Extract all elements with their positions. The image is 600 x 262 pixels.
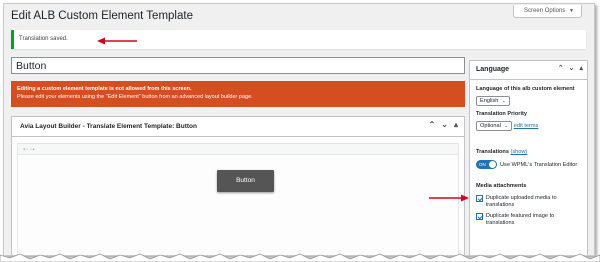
move-up-icon[interactable]: ⌃ xyxy=(558,64,564,72)
language-metabox-title: Language xyxy=(476,66,510,73)
error-title: Editing a custom element template is not… xyxy=(17,86,192,92)
toggle-state: ON xyxy=(479,162,486,167)
toggle-panel-icon[interactable]: ▴ xyxy=(579,64,583,72)
translation-editor-label: Use WPML's Translation Editor xyxy=(500,161,578,168)
error-notice: Editing a custom element template is not… xyxy=(11,81,465,107)
translation-editor-row: ON Use WPML's Translation Editor xyxy=(476,160,581,169)
toggle-knob xyxy=(489,161,496,168)
annotation-arrow-icon xyxy=(97,37,137,45)
translations-row: Translations (show) xyxy=(476,149,581,155)
duplicate-media-row[interactable]: Duplicate uploaded media to translations xyxy=(476,195,581,209)
screen-options-label: Screen Options xyxy=(524,8,566,14)
chevron-down-icon: ⌄ xyxy=(504,123,509,128)
duplicate-media-label: Duplicate uploaded media to translations xyxy=(485,195,557,208)
undo-redo-icon[interactable]: ⇠ ⇢ xyxy=(23,147,35,153)
duplicate-media-checkbox[interactable] xyxy=(476,195,483,202)
builder-title: Avia Layout Builder - Translate Element … xyxy=(20,123,197,130)
language-select[interactable]: English ⌄ xyxy=(476,96,510,106)
move-down-icon[interactable]: ⌄ xyxy=(569,64,575,72)
move-up-icon[interactable]: ⌃ xyxy=(429,120,436,129)
screen-options-button[interactable]: Screen Options ▼ xyxy=(513,5,582,18)
builder-toolbar: ⇠ ⇢ xyxy=(17,143,459,155)
torn-edge xyxy=(0,253,600,262)
language-label: Language of this alb custom element xyxy=(476,86,575,92)
error-body: Please edit your elements using the "Edi… xyxy=(17,94,253,100)
builder-header-controls: ⌃ ⌄ ▴ xyxy=(429,120,458,129)
language-metabox-content: Language of this alb custom element Engl… xyxy=(470,80,587,233)
translations-label: Translations xyxy=(476,149,509,155)
move-down-icon[interactable]: ⌄ xyxy=(441,120,448,129)
screenshot-frame: Edit ALB Custom Element Template Screen … xyxy=(3,3,595,256)
duplicate-featured-checkbox[interactable] xyxy=(476,213,483,220)
edit-terms-link[interactable]: edit terms xyxy=(514,123,539,129)
post-title-value: Button xyxy=(16,60,47,72)
language-metabox: Language ⌃ ⌄ ▴ Language of this alb cust… xyxy=(469,60,588,255)
metabox-header-controls: ⌃ ⌄ ▴ xyxy=(558,64,583,72)
button-element[interactable]: Button xyxy=(217,170,274,192)
annotation-arrow-icon xyxy=(429,194,469,202)
builder-canvas: Button xyxy=(17,155,459,255)
duplicate-featured-label: Duplicate featured image to translations xyxy=(485,213,555,226)
notice-text: Translation saved. xyxy=(19,36,68,42)
translation-editor-toggle[interactable]: ON xyxy=(476,160,497,169)
priority-row: Optional ⌄ edit terms xyxy=(476,117,581,131)
chevron-down-icon: ⌄ xyxy=(501,98,506,103)
caret-down-icon: ▼ xyxy=(569,8,574,14)
duplicate-featured-row[interactable]: Duplicate featured image to translations xyxy=(476,213,581,227)
layout-builder-panel: Avia Layout Builder - Translate Element … xyxy=(11,116,465,255)
language-select-value: English xyxy=(480,98,499,104)
priority-select[interactable]: Optional ⌄ xyxy=(476,121,513,131)
show-translations-link[interactable]: (show) xyxy=(511,149,528,155)
media-attachments-title: Media attachments xyxy=(476,183,527,189)
post-title-input[interactable]: Button xyxy=(11,57,465,74)
builder-header: Avia Layout Builder - Translate Element … xyxy=(12,117,464,137)
page-title: Edit ALB Custom Element Template xyxy=(11,10,193,22)
language-metabox-header: Language ⌃ ⌄ ▴ xyxy=(470,61,587,80)
button-element-label: Button xyxy=(236,177,255,184)
toggle-panel-icon[interactable]: ▴ xyxy=(454,120,458,129)
priority-select-value: Optional xyxy=(480,123,501,129)
